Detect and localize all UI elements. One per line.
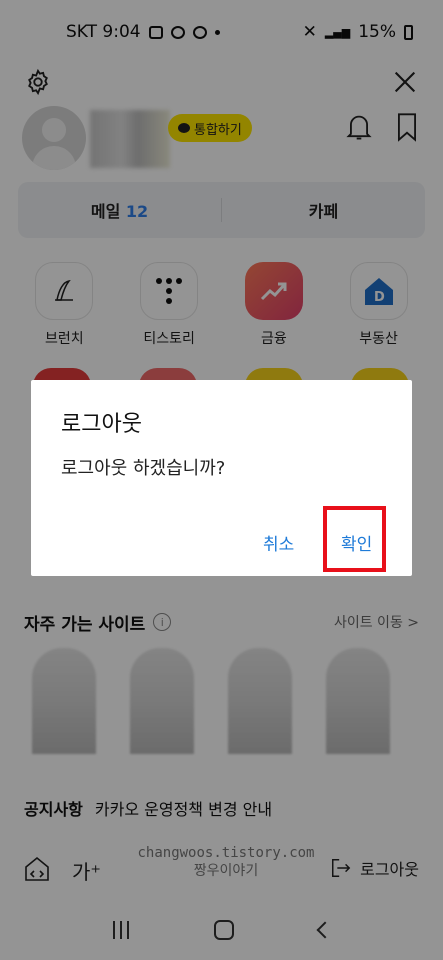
- logout-dialog: 로그아웃 로그아웃 하겠습니까? 취소 확인: [31, 380, 412, 576]
- confirm-button[interactable]: 확인: [341, 530, 372, 555]
- dialog-title: 로그아웃: [61, 412, 142, 437]
- dialog-message: 로그아웃 하겠습니까?: [61, 458, 226, 479]
- cancel-button[interactable]: 취소: [263, 530, 294, 555]
